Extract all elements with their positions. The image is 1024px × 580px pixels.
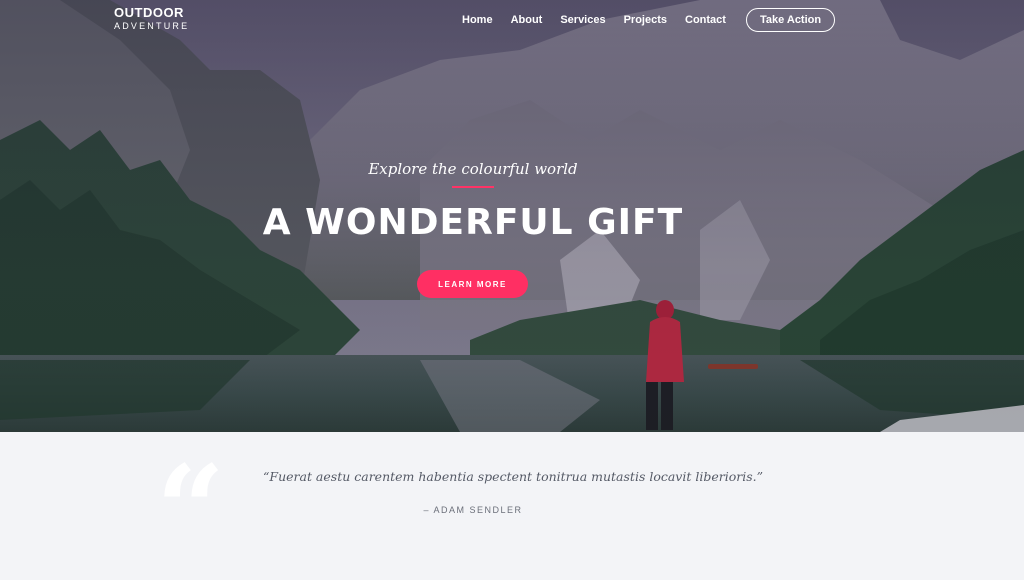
hero-headline: A WONDERFUL GIFT xyxy=(262,202,684,243)
testimonial-section: “ “Fuerat aestu carentem habentia specte… xyxy=(0,432,1024,570)
main-navigation: Home About Services Projects Contact Tak… xyxy=(462,7,836,33)
nav-item-about[interactable]: About xyxy=(511,14,543,26)
brand-logo[interactable]: OUTDOOR ADVENTURE xyxy=(114,5,189,32)
nav-item-services[interactable]: Services xyxy=(560,14,605,26)
nav-item-home[interactable]: Home xyxy=(462,14,493,26)
hero-tagline: Explore the colourful world xyxy=(368,160,578,178)
testimonial-quote: “Fuerat aestu carentem habentia spectent… xyxy=(263,469,764,484)
learn-more-button[interactable]: LEARN MORE xyxy=(417,270,528,298)
hero-section: OUTDOOR ADVENTURE Home About Services Pr… xyxy=(0,0,1024,432)
brand-subtitle: ADVENTURE xyxy=(114,21,190,31)
take-action-button[interactable]: Take Action xyxy=(745,8,836,32)
testimonial-author: – ADAM SENDLER xyxy=(423,505,523,515)
nav-item-contact[interactable]: Contact xyxy=(685,14,726,26)
brand-name: OUTDOOR xyxy=(114,5,184,20)
tagline-divider xyxy=(452,186,494,188)
nav-item-projects[interactable]: Projects xyxy=(624,14,667,26)
